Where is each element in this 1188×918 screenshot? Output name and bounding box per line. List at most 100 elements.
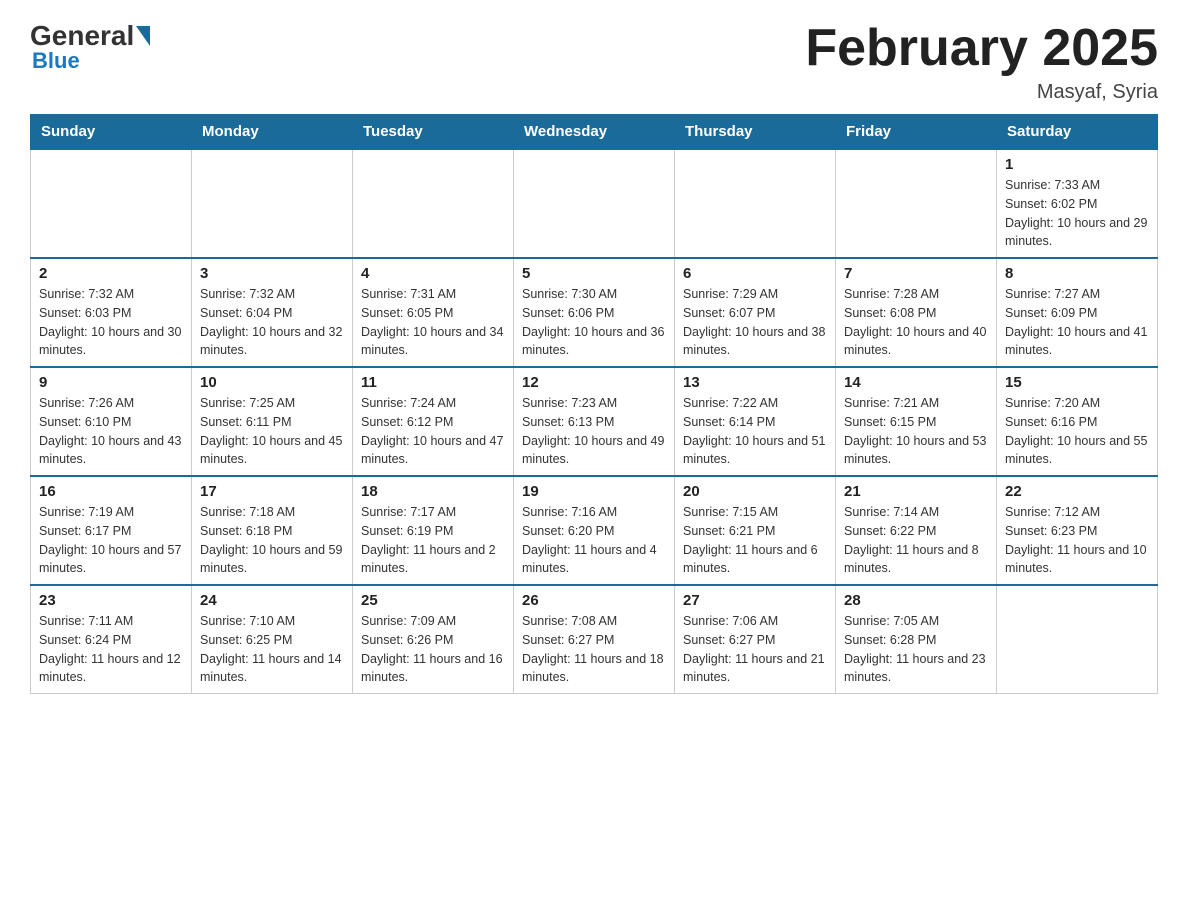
calendar-cell: 7 Sunrise: 7:28 AMSunset: 6:08 PMDaylight… <box>836 258 997 367</box>
calendar-cell: 13 Sunrise: 7:22 AMSunset: 6:14 PMDayligh… <box>675 367 836 476</box>
header-thursday: Thursday <box>675 115 836 150</box>
day-number: 24 <box>200 592 344 609</box>
day-number: 19 <box>522 483 666 500</box>
header-saturday: Saturday <box>997 115 1158 150</box>
calendar-subtitle: Masyaf, Syria <box>805 81 1158 104</box>
calendar-cell <box>675 149 836 258</box>
header-friday: Friday <box>836 115 997 150</box>
day-number: 6 <box>683 265 827 282</box>
calendar-cell: 16Sunrise: 7:19 AMSunset: 6:17 PMDayligh… <box>31 476 192 585</box>
day-info: Sunrise: 7:27 AMSunset: 6:09 PMDaylight:… <box>1005 285 1149 360</box>
calendar-cell: 10 Sunrise: 7:25 AMSunset: 6:11 PMDayligh… <box>192 367 353 476</box>
calendar-cell: 6 Sunrise: 7:29 AMSunset: 6:07 PMDaylight… <box>675 258 836 367</box>
day-number: 20 <box>683 483 827 500</box>
calendar-title: February 2025 <box>805 20 1158 77</box>
day-number: 2 <box>39 265 183 282</box>
day-number: 9 <box>39 374 183 391</box>
day-info: Sunrise: 7:20 AMSunset: 6:16 PMDaylight:… <box>1005 394 1149 469</box>
calendar-cell: 19 Sunrise: 7:16 AMSunset: 6:20 PMDayligh… <box>514 476 675 585</box>
calendar-cell <box>192 149 353 258</box>
day-info: Sunrise: 7:21 AMSunset: 6:15 PMDaylight:… <box>844 394 988 469</box>
day-info: Sunrise: 7:22 AMSunset: 6:14 PMDaylight:… <box>683 394 827 469</box>
day-info: Sunrise: 7:15 AMSunset: 6:21 PMDaylight:… <box>683 503 827 578</box>
calendar-cell: 11Sunrise: 7:24 AMSunset: 6:12 PMDayligh… <box>353 367 514 476</box>
day-number: 18 <box>361 483 505 500</box>
day-number: 3 <box>200 265 344 282</box>
day-number: 7 <box>844 265 988 282</box>
calendar-cell: 20 Sunrise: 7:15 AMSunset: 6:21 PMDayligh… <box>675 476 836 585</box>
day-number: 27 <box>683 592 827 609</box>
day-number: 14 <box>844 374 988 391</box>
day-info: Sunrise: 7:14 AMSunset: 6:22 PMDaylight:… <box>844 503 988 578</box>
day-info: Sunrise: 7:09 AMSunset: 6:26 PMDaylight:… <box>361 612 505 687</box>
day-number: 16 <box>39 483 183 500</box>
calendar-cell: 18 Sunrise: 7:17 AMSunset: 6:19 PMDayligh… <box>353 476 514 585</box>
calendar-cell: 1Sunrise: 7:33 AMSunset: 6:02 PMDaylight… <box>997 149 1158 258</box>
calendar-cell: 17 Sunrise: 7:18 AMSunset: 6:18 PMDayligh… <box>192 476 353 585</box>
day-number: 15 <box>1005 374 1149 391</box>
calendar-cell: 2 Sunrise: 7:32 AMSunset: 6:03 PMDaylight… <box>31 258 192 367</box>
day-info: Sunrise: 7:23 AMSunset: 6:13 PMDaylight:… <box>522 394 666 469</box>
calendar-cell: 14 Sunrise: 7:21 AMSunset: 6:15 PMDayligh… <box>836 367 997 476</box>
day-number: 4 <box>361 265 505 282</box>
day-number: 26 <box>522 592 666 609</box>
calendar-cell: 21 Sunrise: 7:14 AMSunset: 6:22 PMDayligh… <box>836 476 997 585</box>
day-info: Sunrise: 7:29 AMSunset: 6:07 PMDaylight:… <box>683 285 827 360</box>
day-number: 12 <box>522 374 666 391</box>
calendar-cell: 4 Sunrise: 7:31 AMSunset: 6:05 PMDaylight… <box>353 258 514 367</box>
header-tuesday: Tuesday <box>353 115 514 150</box>
calendar-cell: 9 Sunrise: 7:26 AMSunset: 6:10 PMDaylight… <box>31 367 192 476</box>
calendar-cell: 12 Sunrise: 7:23 AMSunset: 6:13 PMDayligh… <box>514 367 675 476</box>
day-number: 8 <box>1005 265 1149 282</box>
calendar-cell: 25Sunrise: 7:09 AMSunset: 6:26 PMDayligh… <box>353 585 514 694</box>
logo-blue-text: Blue <box>32 48 80 74</box>
header-monday: Monday <box>192 115 353 150</box>
calendar-week-row: 23Sunrise: 7:11 AMSunset: 6:24 PMDayligh… <box>31 585 1158 694</box>
calendar-cell: 26 Sunrise: 7:08 AMSunset: 6:27 PMDayligh… <box>514 585 675 694</box>
day-number: 21 <box>844 483 988 500</box>
calendar-cell <box>836 149 997 258</box>
day-info: Sunrise: 7:10 AMSunset: 6:25 PMDaylight:… <box>200 612 344 687</box>
day-info: Sunrise: 7:17 AMSunset: 6:19 PMDaylight:… <box>361 503 505 578</box>
calendar-table: Sunday Monday Tuesday Wednesday Thursday… <box>30 114 1158 694</box>
day-number: 22 <box>1005 483 1149 500</box>
day-info: Sunrise: 7:16 AMSunset: 6:20 PMDaylight:… <box>522 503 666 578</box>
day-info: Sunrise: 7:33 AMSunset: 6:02 PMDaylight:… <box>1005 176 1149 251</box>
day-number: 13 <box>683 374 827 391</box>
day-info: Sunrise: 7:32 AMSunset: 6:03 PMDaylight:… <box>39 285 183 360</box>
calendar-week-row: 1Sunrise: 7:33 AMSunset: 6:02 PMDaylight… <box>31 149 1158 258</box>
calendar-cell <box>353 149 514 258</box>
day-number: 10 <box>200 374 344 391</box>
day-info: Sunrise: 7:06 AMSunset: 6:27 PMDaylight:… <box>683 612 827 687</box>
day-info: Sunrise: 7:26 AMSunset: 6:10 PMDaylight:… <box>39 394 183 469</box>
title-area: February 2025 Masyaf, Syria <box>805 20 1158 104</box>
header-wednesday: Wednesday <box>514 115 675 150</box>
day-info: Sunrise: 7:31 AMSunset: 6:05 PMDaylight:… <box>361 285 505 360</box>
calendar-cell: 24 Sunrise: 7:10 AMSunset: 6:25 PMDayligh… <box>192 585 353 694</box>
calendar-week-row: 9 Sunrise: 7:26 AMSunset: 6:10 PMDaylight… <box>31 367 1158 476</box>
day-number: 17 <box>200 483 344 500</box>
header-sunday: Sunday <box>31 115 192 150</box>
day-info: Sunrise: 7:28 AMSunset: 6:08 PMDaylight:… <box>844 285 988 360</box>
day-info: Sunrise: 7:08 AMSunset: 6:27 PMDaylight:… <box>522 612 666 687</box>
calendar-week-row: 16Sunrise: 7:19 AMSunset: 6:17 PMDayligh… <box>31 476 1158 585</box>
day-info: Sunrise: 7:12 AMSunset: 6:23 PMDaylight:… <box>1005 503 1149 578</box>
calendar-cell <box>997 585 1158 694</box>
day-info: Sunrise: 7:30 AMSunset: 6:06 PMDaylight:… <box>522 285 666 360</box>
calendar-header-row: Sunday Monday Tuesday Wednesday Thursday… <box>31 115 1158 150</box>
logo: General Blue <box>30 20 152 74</box>
day-info: Sunrise: 7:25 AMSunset: 6:11 PMDaylight:… <box>200 394 344 469</box>
calendar-cell: 22 Sunrise: 7:12 AMSunset: 6:23 PMDayligh… <box>997 476 1158 585</box>
day-info: Sunrise: 7:05 AMSunset: 6:28 PMDaylight:… <box>844 612 988 687</box>
day-info: Sunrise: 7:24 AMSunset: 6:12 PMDaylight:… <box>361 394 505 469</box>
calendar-cell: 23Sunrise: 7:11 AMSunset: 6:24 PMDayligh… <box>31 585 192 694</box>
calendar-cell: 5Sunrise: 7:30 AMSunset: 6:06 PMDaylight… <box>514 258 675 367</box>
calendar-cell: 3 Sunrise: 7:32 AMSunset: 6:04 PMDaylight… <box>192 258 353 367</box>
page-header: General Blue February 2025 Masyaf, Syria <box>30 20 1158 104</box>
calendar-cell: 15 Sunrise: 7:20 AMSunset: 6:16 PMDayligh… <box>997 367 1158 476</box>
day-info: Sunrise: 7:18 AMSunset: 6:18 PMDaylight:… <box>200 503 344 578</box>
day-info: Sunrise: 7:32 AMSunset: 6:04 PMDaylight:… <box>200 285 344 360</box>
calendar-cell <box>31 149 192 258</box>
calendar-cell: 8 Sunrise: 7:27 AMSunset: 6:09 PMDaylight… <box>997 258 1158 367</box>
calendar-cell <box>514 149 675 258</box>
